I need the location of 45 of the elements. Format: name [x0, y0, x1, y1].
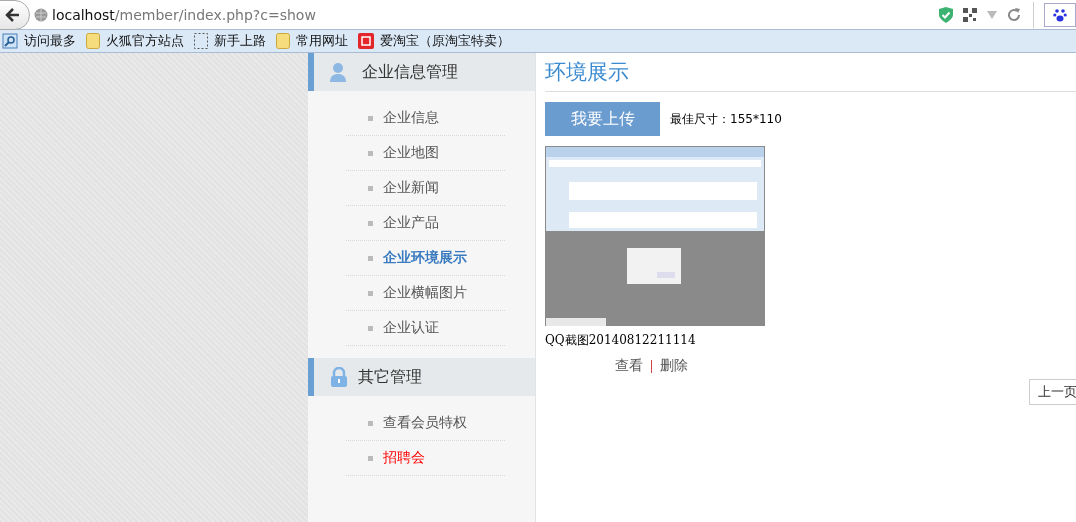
sidebar-link[interactable]: 企业地图 [383, 144, 439, 162]
bullet-icon [368, 150, 373, 156]
bullet-icon [368, 185, 373, 191]
page-title: 环境展示 [545, 59, 629, 86]
reload-icon[interactable] [1007, 7, 1021, 22]
qr-code-icon[interactable] [963, 7, 977, 22]
photo-caption: QQ截图20140812211114 [545, 332, 697, 349]
sidebar-link[interactable]: 查看会员特权 [383, 414, 467, 432]
sidebar-link[interactable]: 企业信息 [383, 109, 439, 127]
bullet-icon [368, 455, 373, 461]
bullet-icon [368, 255, 373, 261]
photo-action-link[interactable]: 查看 [615, 357, 643, 375]
sidebar-link[interactable]: 企业横幅图片 [383, 284, 467, 302]
address-field[interactable]: localhost/member/index.php?c=show [30, 0, 1034, 29]
bullet-icon [368, 325, 373, 331]
photo-action-link[interactable]: 删除 [660, 357, 688, 375]
folder-icon [86, 33, 100, 49]
globe-icon [34, 7, 48, 22]
bullet-icon [368, 290, 373, 296]
lock-icon [330, 367, 348, 387]
sidebar-link[interactable]: 招聘会 [383, 449, 425, 467]
bookmark-link[interactable]: 爱淘宝（原淘宝特卖） [358, 32, 510, 50]
bookmark-link[interactable]: 火狐官方站点 [86, 32, 184, 50]
back-arrow-icon [4, 5, 22, 24]
back-button[interactable] [0, 0, 30, 30]
bullet-icon [368, 220, 373, 226]
blank-page-icon [194, 33, 208, 49]
paw-icon [1053, 7, 1067, 22]
section-header[interactable]: 其它管理 [308, 358, 535, 396]
bookmark-link[interactable]: 新手上路 [194, 32, 266, 50]
search-engine-button[interactable] [1044, 2, 1076, 27]
bullet-icon [368, 420, 373, 426]
bookmark-link[interactable]: 常用网址 [276, 32, 348, 50]
section-header[interactable]: 企业信息管理 [308, 53, 535, 91]
bullet-icon [368, 115, 373, 121]
size-hint: 最佳尺寸：155*110 [670, 110, 782, 128]
shop-logo-icon [358, 33, 374, 49]
sidebar-link[interactable]: 企业产品 [383, 214, 439, 232]
folder-icon [276, 33, 290, 49]
sidebar-link[interactable]: 企业新闻 [383, 179, 439, 197]
bookmark-link[interactable]: 访问最多 [2, 32, 76, 50]
shield-icon[interactable] [939, 6, 953, 23]
sidebar-link[interactable]: 企业认证 [383, 319, 439, 337]
page-button[interactable]: 上一页 [1029, 379, 1076, 405]
sidebar-link[interactable]: 企业环境展示 [383, 249, 467, 267]
